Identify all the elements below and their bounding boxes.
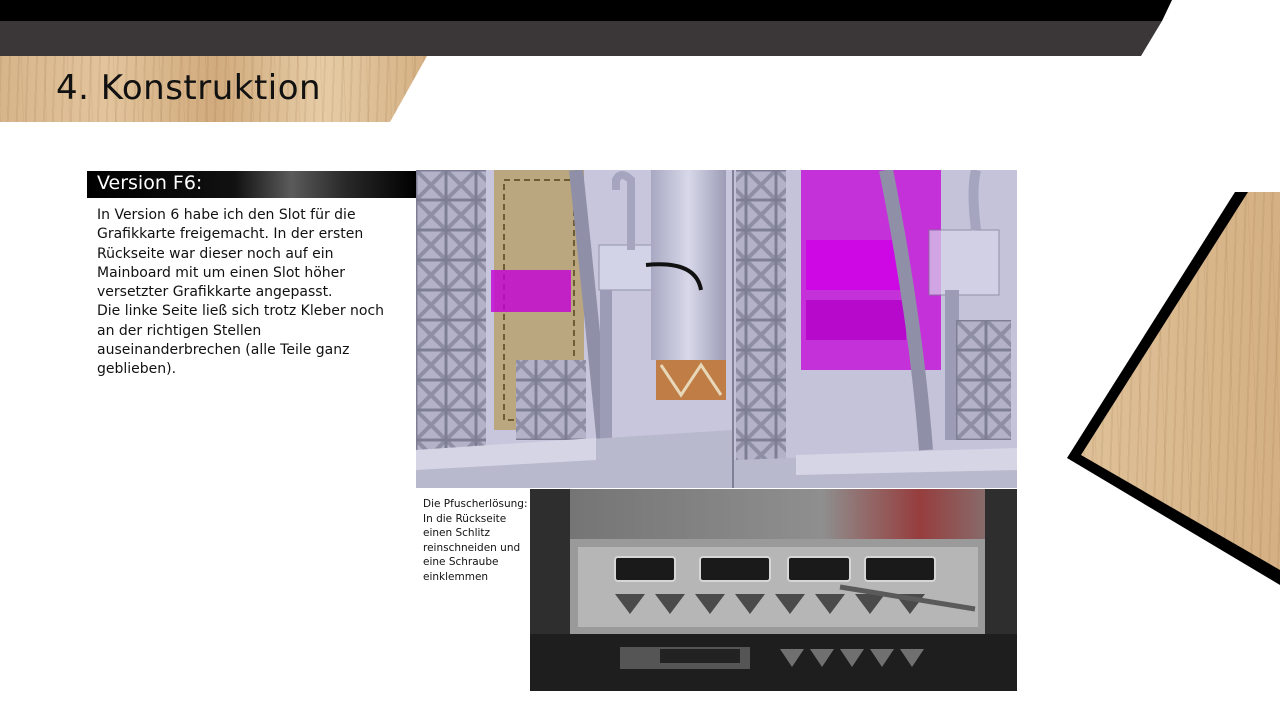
description-text: In Version 6 habe ich den Slot für die G… bbox=[97, 206, 397, 380]
description-paragraph-2: Die linke Seite ließ sich trotz Kleber n… bbox=[97, 303, 385, 378]
description-paragraph-1: In Version 6 habe ich den Slot für die G… bbox=[97, 207, 364, 301]
photo-caption: Die Pfuscherlösung: In die Rückseite ein… bbox=[423, 497, 528, 584]
header-bar-black bbox=[0, 0, 1172, 21]
version-label: Version F6: bbox=[97, 172, 203, 194]
header-bar-dark bbox=[0, 21, 1162, 56]
cad-render-image bbox=[416, 170, 1017, 488]
page-title: 4. Konstruktion bbox=[56, 68, 322, 108]
photo-caption-heading: Die Pfuscherlösung: bbox=[423, 498, 528, 510]
gpu-bracket-photo bbox=[530, 489, 1017, 691]
photo-caption-body: In die Rückseite einen Schlitz reinschne… bbox=[423, 512, 521, 583]
